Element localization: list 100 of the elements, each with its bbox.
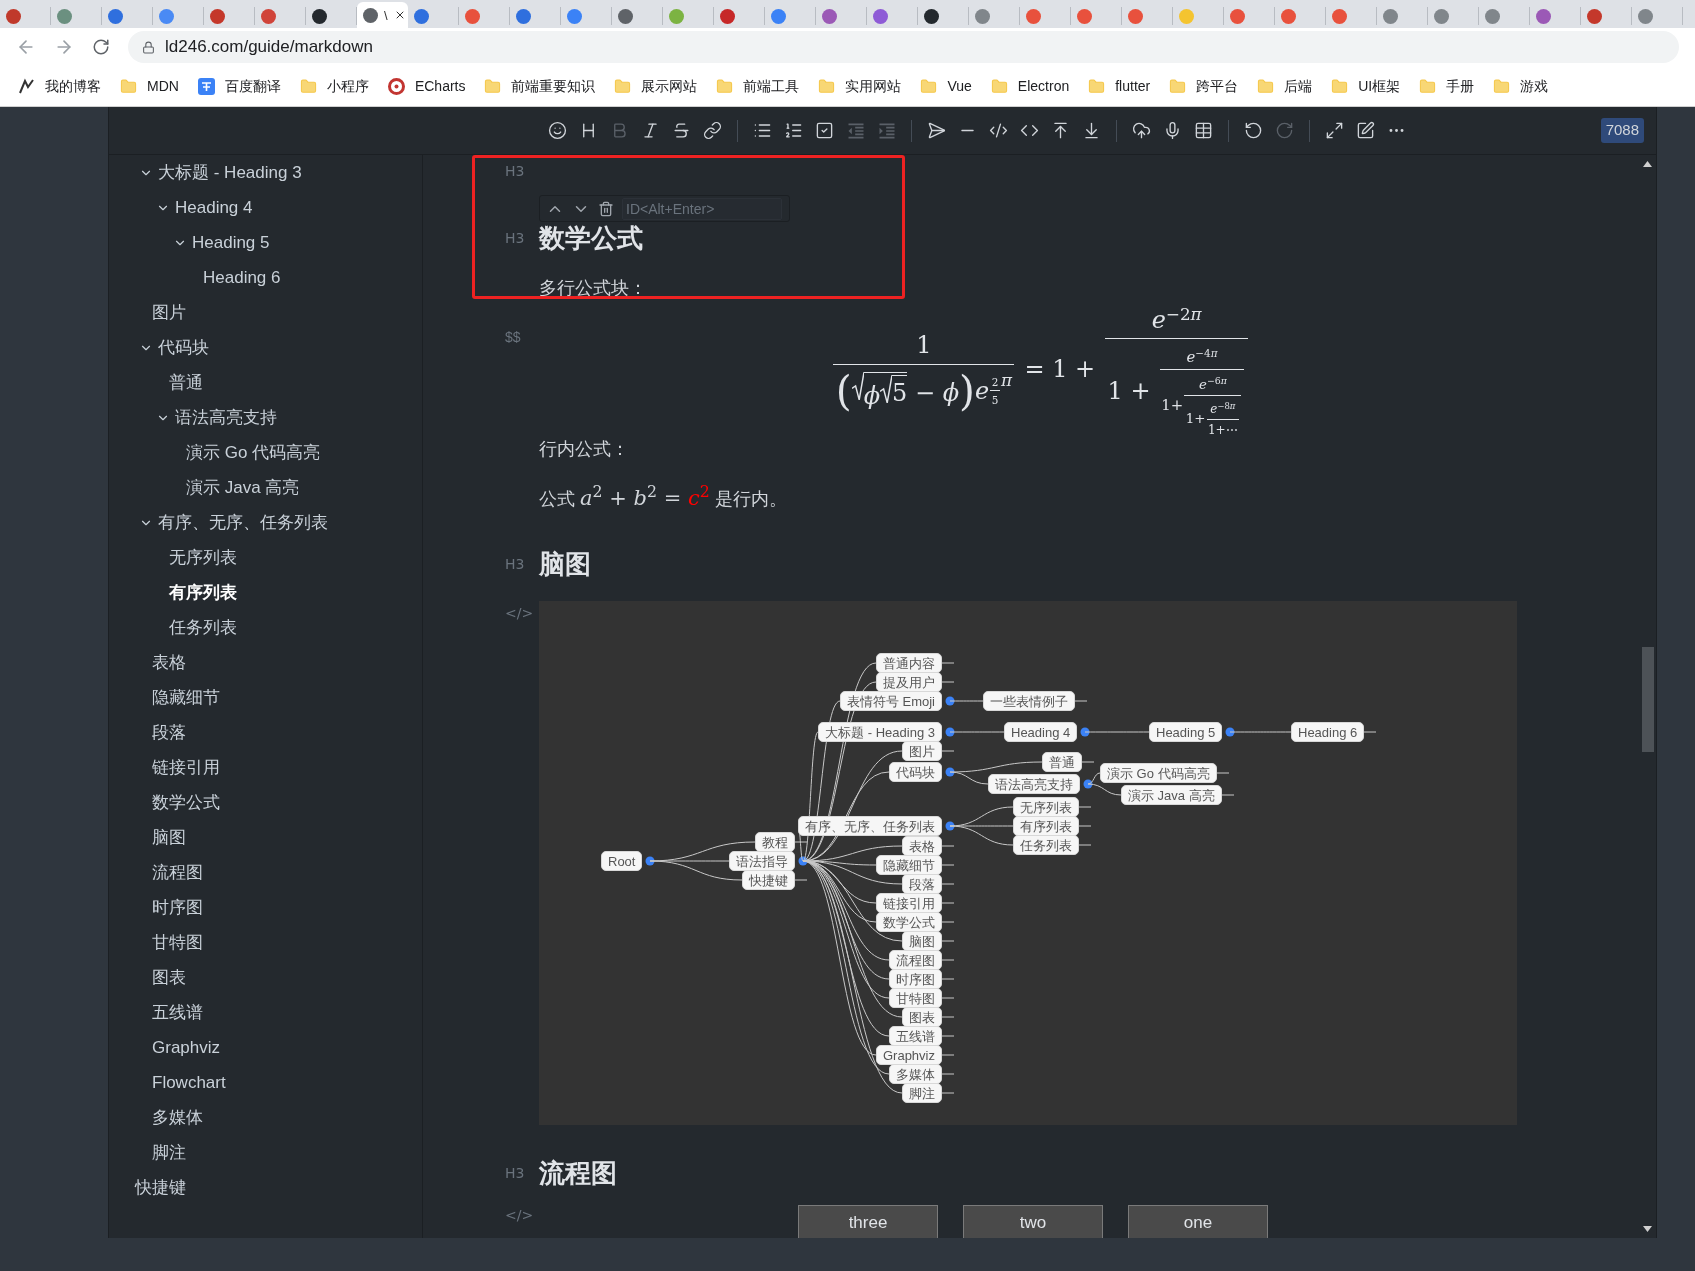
branch-line [941,750,955,752]
formula-variable: π [1210,348,1218,360]
outline-item[interactable]: Heading 5 [109,225,422,260]
url-text: ld246.com/guide/markdown [165,36,373,59]
outline-item[interactable]: 大标题 - Heading 3 [109,155,422,190]
outline-item[interactable]: 语法高亮支持 [109,400,422,435]
outline-item[interactable]: 时序图 [109,890,422,925]
branch-dot [945,727,955,737]
bookmark[interactable]: 我的博客 [18,75,101,97]
mindmap-node: 五线谱 [889,1026,942,1046]
bookmark[interactable]: Vue [920,75,972,97]
delete-icon[interactable] [598,200,614,217]
reload-icon[interactable] [92,38,110,56]
outline-item[interactable]: 数学公式 [109,785,422,820]
scroll-down-icon[interactable] [1643,1226,1652,1232]
branch-line [941,1054,955,1056]
outline-item[interactable]: 有序、无序、任务列表 [109,505,422,540]
outline-item[interactable]: 五线谱 [109,995,422,1030]
outline-item[interactable]: 表格 [109,645,422,680]
branch-dot [945,767,955,777]
outline-item[interactable]: 脑图 [109,820,422,855]
mindmap-node: 大标题 - Heading 3 [818,722,942,742]
branch-line [1084,731,1150,733]
bookmark[interactable]: 游戏 [1493,75,1549,97]
formula-variable: ϕ [863,381,881,413]
bookmark[interactable]: flutter [1088,75,1151,97]
mindmap-node: 图表 [902,1007,942,1027]
bookmark[interactable]: Electron [990,75,1070,97]
outline-item[interactable]: 演示 Java 高亮 [109,470,422,505]
scrollbar-thumb[interactable] [1641,647,1654,752]
mindmap-node: 有序列表 [1013,816,1079,836]
mindmap-node: 多媒体 [889,1064,942,1084]
branch-dot [1080,727,1090,737]
folder-icon [1419,77,1437,95]
branch-dot [798,856,808,866]
formula-text: −2 [1165,304,1191,323]
bookmark[interactable]: 手册 [1419,75,1475,97]
branch-line [941,681,955,683]
branch-line [941,1073,955,1075]
mindmap-node: 教程 [755,832,795,852]
mindmap-node: 图片 [902,741,942,761]
outline-item[interactable]: 有序列表 [109,575,422,610]
bookmark[interactable]: MDN [120,75,179,97]
outline-item[interactable]: 链接引用 [109,750,422,785]
mindmap-node: Root [601,851,643,871]
bookmark[interactable]: ECharts [387,75,466,97]
outline-item[interactable]: 代码块 [109,330,422,365]
flowchart-node: three [798,1205,938,1238]
inline-formula-text: 公式 a$^{2}$ + b$^{2}$ = c$^{2}$ 是行内。 [539,483,787,513]
address-bar[interactable]: ld246.com/guide/markdown [128,31,1679,63]
mindmap-node: 普通 [1042,752,1082,772]
bookmark[interactable]: 跨平台 [1169,75,1239,97]
mindmap-node: 一些表情例子 [983,691,1075,711]
formula-variable: e [975,376,990,408]
block-type-label: </> [505,1207,534,1223]
mindmap-node: 演示 Java 高亮 [1121,785,1222,805]
outline-item[interactable]: 隐藏细节 [109,680,422,715]
outline-item[interactable]: Flowchart [109,1065,422,1100]
word-count-badge: 7088 [1600,118,1644,143]
outline-item[interactable]: 图表 [109,960,422,995]
outline-item[interactable]: 多媒体 [109,1100,422,1135]
bookmark[interactable]: 展示网站 [614,75,698,97]
branch-line [1074,700,1088,702]
branch-line [941,921,955,923]
formula-variable: π [1190,304,1202,323]
block-id-field[interactable]: ID<Alt+Enter> [622,197,782,220]
mindmap-node: 快捷键 [742,870,795,890]
outline-item[interactable]: 甘特图 [109,925,422,960]
outline-item[interactable]: 普通 [109,365,422,400]
bookmark[interactable]: 前端重要知识 [484,75,596,97]
scroll-up-icon[interactable] [1643,161,1652,167]
outline-item[interactable]: 脚注 [109,1135,422,1170]
outline-item[interactable]: 演示 Go 代码高亮 [109,435,422,470]
branch-line [1216,772,1230,774]
outline-item[interactable]: 流程图 [109,855,422,890]
bookmark[interactable]: 实用网站 [818,75,902,97]
bookmark[interactable]: UI框架 [1331,75,1401,97]
bookmark[interactable]: 前端工具 [716,75,800,97]
mindmap-node: 时序图 [889,969,942,989]
outline-item[interactable]: Heading 6 [109,260,422,295]
outline-item[interactable]: Graphviz [109,1030,422,1065]
browser-tab[interactable]: \ [357,2,408,28]
bookmark[interactable]: 百度翻译 [197,75,281,97]
bookmark[interactable]: 小程序 [299,75,369,97]
outline-item[interactable]: 图片 [109,295,422,330]
outline-item[interactable]: 快捷键 [109,1170,422,1205]
block-type-label: $$ [505,329,521,345]
paragraph-text: 多行公式块： [539,276,647,300]
formula-text: 5 [892,377,908,409]
outline-item[interactable]: Heading 4 [109,190,422,225]
formula-text: 5 [991,394,999,408]
mindmap-node: 无序列表 [1013,797,1079,817]
outline-item[interactable]: 无序列表 [109,540,422,575]
formula-text: −6 [1206,376,1221,387]
bookmark[interactable]: 后端 [1257,75,1313,97]
mindmap-node: 提及用户 [876,672,942,692]
outline-item[interactable]: 段落 [109,715,422,750]
outline-item[interactable]: 任务列表 [109,610,422,645]
mindmap-node: Heading 5 [1149,722,1223,742]
branch-dot [1083,779,1093,789]
